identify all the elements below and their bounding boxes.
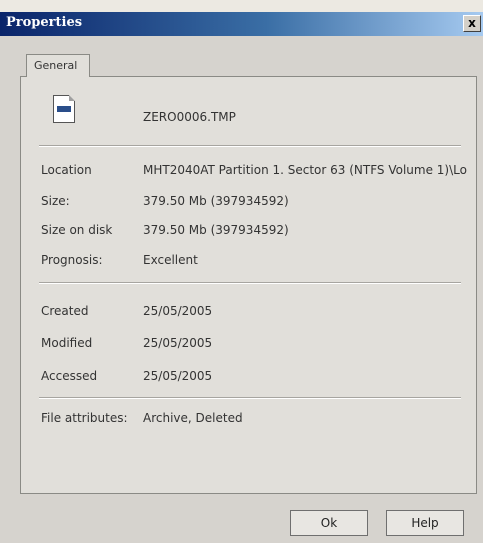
prognosis-value: Excellent	[143, 253, 198, 267]
size-label: Size:	[41, 194, 70, 208]
created-value: 25/05/2005	[143, 304, 213, 318]
size-value: 379.50 Mb (397934592)	[143, 194, 289, 208]
help-button[interactable]: Help	[386, 510, 464, 536]
location-label: Location	[41, 163, 92, 177]
separator	[39, 282, 461, 284]
file-attributes-label: File attributes:	[41, 411, 128, 425]
file-name: ZERO0006.TMP	[143, 110, 236, 124]
modified-value: 25/05/2005	[143, 336, 213, 350]
separator	[39, 397, 461, 399]
created-label: Created	[41, 304, 89, 318]
general-tab-panel: ZERO0006.TMP Location MHT2040AT Partitio…	[20, 76, 477, 494]
window-title: Properties	[6, 15, 83, 30]
ok-button[interactable]: Ok	[290, 510, 368, 536]
title-bar[interactable]: Properties x	[0, 12, 483, 36]
modified-label: Modified	[41, 336, 93, 350]
background-window-strip	[0, 0, 483, 12]
tab-general-label: General	[34, 59, 78, 72]
tab-general[interactable]: General	[26, 54, 90, 77]
tmp-file-icon	[53, 95, 75, 123]
size-on-disk-label: Size on disk	[41, 223, 113, 237]
accessed-label: Accessed	[41, 369, 98, 383]
prognosis-label: Prognosis:	[41, 253, 103, 267]
file-attributes-value: Archive, Deleted	[143, 411, 243, 425]
close-button[interactable]: x	[463, 15, 481, 32]
accessed-value: 25/05/2005	[143, 369, 213, 383]
separator	[39, 145, 461, 147]
location-value: MHT2040AT Partition 1. Sector 63 (NTFS V…	[143, 163, 467, 177]
size-on-disk-value: 379.50 Mb (397934592)	[143, 223, 289, 237]
